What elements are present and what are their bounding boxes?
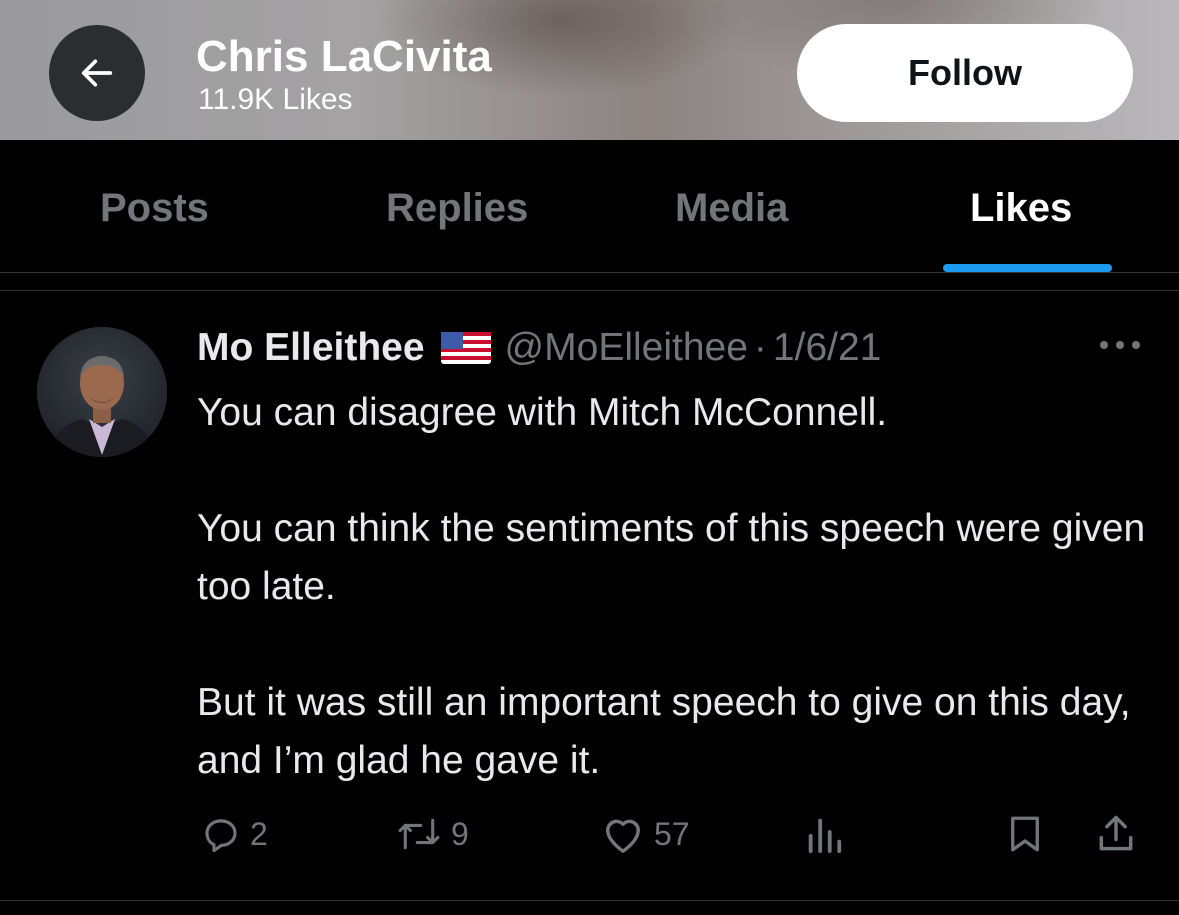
avatar[interactable] — [37, 327, 167, 457]
bookmark-button[interactable] — [1004, 809, 1046, 859]
tweet-header: Mo Elleithee @MoElleithee · 1/6/21 — [197, 323, 881, 373]
active-tab-indicator — [943, 264, 1112, 272]
separator-dot: · — [753, 326, 767, 369]
profile-name: Chris LaCivita — [196, 32, 492, 81]
avatar-photo — [37, 327, 167, 457]
repost-count: 9 — [451, 815, 469, 852]
follow-button[interactable]: Follow — [797, 24, 1133, 122]
bookmark-icon — [1011, 816, 1039, 852]
author-name[interactable]: Mo Elleithee — [197, 326, 425, 370]
more-options-icon[interactable] — [1096, 335, 1144, 355]
us-flag-icon — [440, 332, 491, 364]
reply-button[interactable]: 2 — [200, 809, 268, 859]
share-button[interactable] — [1094, 809, 1138, 859]
tab-likes[interactable]: Likes — [970, 184, 1072, 232]
like-count: 57 — [654, 815, 690, 852]
arrow-left-icon — [81, 59, 113, 87]
heart-icon — [606, 819, 640, 853]
author-handle[interactable]: @MoElleithee — [505, 326, 748, 370]
tab-media[interactable]: Media — [675, 184, 788, 232]
divider — [0, 900, 1179, 901]
reply-count: 2 — [250, 815, 268, 852]
repost-icon — [398, 818, 440, 850]
tweet-paragraph: But it was still an important speech to … — [197, 681, 1131, 782]
analytics-icon — [808, 818, 842, 854]
divider — [0, 272, 1179, 273]
tweet-date[interactable]: 1/6/21 — [773, 326, 881, 370]
tab-posts[interactable]: Posts — [100, 184, 209, 232]
share-icon — [1099, 815, 1133, 851]
reply-icon — [205, 819, 237, 853]
tweet-paragraph: You can think the sentiments of this spe… — [197, 507, 1146, 608]
divider — [0, 290, 1179, 291]
profile-likes-count: 11.9K Likes — [198, 83, 353, 116]
tweet-text: You can disagree with Mitch McConnell. Y… — [197, 384, 1147, 790]
tab-replies[interactable]: Replies — [386, 184, 528, 232]
back-button[interactable] — [49, 25, 145, 121]
repost-button[interactable]: 9 — [395, 809, 469, 859]
like-button[interactable]: 57 — [600, 809, 690, 859]
views-button[interactable] — [800, 809, 848, 859]
profile-tabs: Posts Replies Media Likes — [0, 140, 1179, 272]
profile-header: Chris LaCivita 11.9K Likes Follow — [0, 0, 1179, 140]
tweet-paragraph: You can disagree with Mitch McConnell. — [197, 391, 888, 434]
